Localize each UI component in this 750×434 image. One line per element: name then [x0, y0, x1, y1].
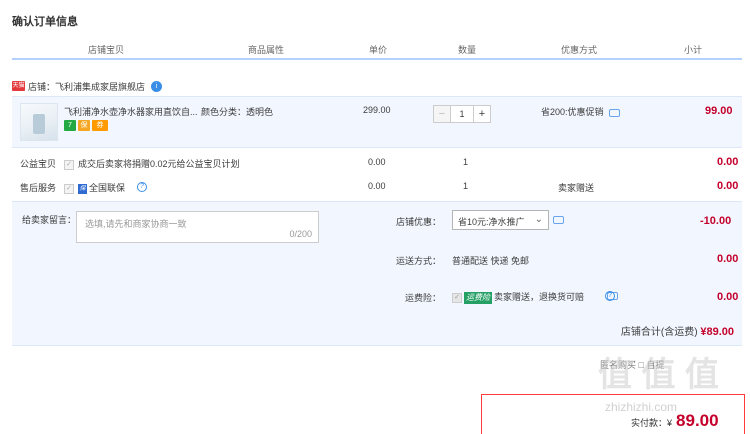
- quantity-field[interactable]: 1: [451, 105, 473, 123]
- freight-insurance-amount: 0.00: [717, 291, 739, 303]
- message-label: 给卖家留言：: [22, 215, 77, 225]
- col-shop-item: 店铺宝贝: [88, 45, 125, 55]
- guarantee-icon: 保: [78, 183, 87, 194]
- freight-insurance-text: 卖家赠送，退换货可赔: [494, 292, 585, 302]
- charity-qty: 1: [463, 157, 469, 167]
- shop-discount-amount: -10.00: [700, 215, 732, 227]
- product-name[interactable]: 飞利浦净水壶净水器家用直饮自...: [64, 105, 198, 118]
- column-header: 店铺宝贝 商品属性 单价 数量 优惠方式 小计: [12, 36, 742, 60]
- shop-total-label: 店铺合计(含运费): [620, 327, 698, 338]
- page-title: 确认订单信息: [12, 16, 78, 28]
- aftersale-row: 售后服务 ✓ 保全国联保 ? 0.00 1 卖家赠送 0.00: [12, 175, 742, 199]
- unit-price: 299.00: [363, 105, 391, 115]
- payment-total: 实付款：¥ 89.00: [631, 411, 719, 431]
- info-icon[interactable]: i: [151, 80, 163, 92]
- check-icon[interactable]: ✓: [64, 159, 74, 170]
- check-icon[interactable]: ✓: [452, 292, 462, 303]
- shop-line: 天猫 店铺：飞利浦集成家居旗舰店 i: [12, 78, 163, 94]
- col-attributes: 商品属性: [248, 45, 285, 55]
- chat-icon[interactable]: [553, 216, 564, 224]
- watermark-logo: 值 值 值: [598, 356, 719, 394]
- charity-text: 成交后卖家将捐赠0.02元给公益宝贝计划: [78, 159, 240, 169]
- charity-row: 公益宝贝 ✓ 成交后卖家将捐赠0.02元给公益宝贝计划 0.00 1 0.00: [12, 151, 742, 175]
- shop-total: 店铺合计(含运费) ¥89.00: [621, 323, 734, 338]
- col-subtotal: 小计: [684, 45, 703, 55]
- aftersale-text: 全国联保: [89, 183, 126, 193]
- col-quantity: 数量: [458, 45, 477, 55]
- freight-insurance-tag: 运费险: [464, 291, 492, 304]
- aftersale-qty: 1: [463, 181, 469, 191]
- promo-label: 省200:优惠促销: [541, 107, 604, 117]
- freight-insurance-line: ✓ 运费险 卖家赠送，退换货可赔: [452, 290, 584, 304]
- help-icon[interactable]: ?: [605, 291, 615, 301]
- charity-price: 0.00: [368, 157, 386, 167]
- aftersale-price: 0.00: [368, 181, 386, 191]
- aftersale-subtotal: 0.00: [717, 180, 739, 192]
- help-icon[interactable]: ?: [137, 181, 147, 192]
- message-box[interactable]: 0/200: [76, 211, 319, 243]
- guarantee-icon: 保: [78, 120, 90, 131]
- quantity-stepper: − 1 +: [433, 105, 491, 123]
- shop-discount-value: 省10元:净水推广: [458, 217, 525, 227]
- charity-label: 公益宝贝: [20, 159, 57, 169]
- coupon-icon: 券: [92, 120, 108, 131]
- decrement-button[interactable]: −: [433, 105, 451, 123]
- charity-subtotal: 0.00: [717, 156, 739, 168]
- col-discount: 优惠方式: [561, 45, 598, 55]
- product-attribute: 颜色分类：透明色: [201, 107, 274, 117]
- message-count: 0/200: [289, 229, 312, 239]
- chevron-down-icon: ⌄: [534, 214, 543, 225]
- shipping-value: 普通配送 快递 免邮: [452, 256, 530, 266]
- aftersale-promo: 卖家赠送: [558, 183, 595, 193]
- freight-insurance-label: 运费险：: [405, 293, 442, 303]
- seven-day-return-icon: 7: [64, 120, 76, 131]
- payment-amount: 89.00: [676, 411, 719, 430]
- shop-discount-label: 店铺优惠：: [396, 217, 442, 227]
- shop-discount-select[interactable]: 省10元:净水推广 ⌄: [452, 210, 549, 230]
- shop-total-amount: ¥89.00: [700, 326, 734, 338]
- shipping-amount: 0.00: [717, 253, 739, 265]
- increment-button[interactable]: +: [473, 105, 491, 123]
- chat-icon[interactable]: [609, 109, 620, 117]
- aftersale-label: 售后服务: [20, 183, 57, 193]
- tmall-icon: 天猫: [12, 81, 25, 91]
- payment-currency: ¥: [667, 418, 673, 428]
- check-icon[interactable]: ✓: [64, 183, 74, 194]
- message-input[interactable]: [85, 219, 285, 229]
- shipping-label: 运送方式：: [396, 256, 442, 266]
- payment-label: 实付款：: [631, 418, 668, 428]
- col-unit-price: 单价: [369, 45, 388, 55]
- service-badges: 7 保 券: [64, 120, 108, 131]
- order-options-panel: 给卖家留言： 0/200 店铺优惠： 省10元:净水推广 ⌄ -10.00 运送…: [12, 201, 742, 346]
- order-item-row: 飞利浦净水壶净水器家用直饮自... 7 保 券 颜色分类：透明色 299.00 …: [12, 96, 742, 148]
- item-subtotal: 99.00: [705, 105, 733, 117]
- product-thumbnail[interactable]: [20, 103, 58, 141]
- shop-name[interactable]: 店铺：飞利浦集成家居旗舰店: [28, 80, 145, 93]
